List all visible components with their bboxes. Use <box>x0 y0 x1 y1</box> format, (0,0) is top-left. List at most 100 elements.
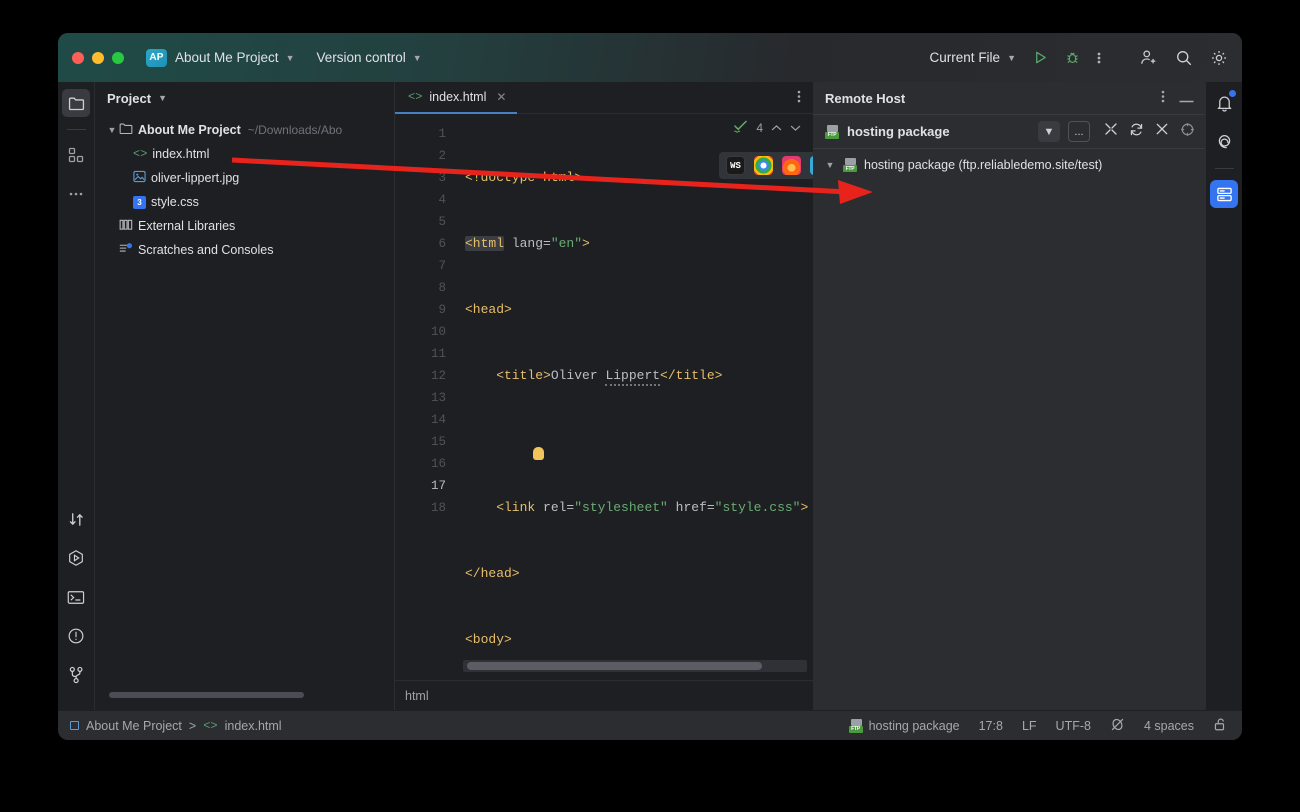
chevron-down-icon[interactable]: ▼ <box>105 125 119 135</box>
tree-node-image[interactable]: oliver-lippert.jpg <box>95 166 394 190</box>
collapse-all-icon[interactable] <box>1104 122 1118 141</box>
close-window-button[interactable] <box>72 51 84 64</box>
inspection-widget[interactable]: 4 <box>733 120 801 136</box>
project-badge: AP <box>146 48 167 67</box>
run-configuration-selector[interactable]: Current File ▼ <box>930 50 1016 65</box>
line-number: 2 <box>438 149 446 163</box>
unlock-icon[interactable] <box>1213 717 1228 735</box>
indent-setting[interactable]: 4 spaces <box>1144 719 1194 733</box>
add-collaborator-icon[interactable] <box>1140 49 1158 66</box>
remote-host-tool-window: Remote Host FTP hosting package ▼ ... ▼ … <box>813 82 1205 710</box>
close-icon[interactable] <box>1155 122 1169 141</box>
safari-icon[interactable] <box>810 156 813 175</box>
more-options-button[interactable]: ... <box>1068 121 1090 142</box>
status-breadcrumb-file[interactable]: index.html <box>225 719 282 733</box>
caret-position[interactable]: 17:8 <box>979 719 1003 733</box>
options-icon[interactable] <box>1161 89 1165 107</box>
css-file-icon: 3 <box>133 195 146 209</box>
status-remote-server[interactable]: FTP hosting package <box>848 718 960 733</box>
project-horizontal-scrollbar[interactable] <box>95 692 394 710</box>
terminal-icon[interactable] <box>62 583 90 611</box>
editor-breadcrumb[interactable]: html <box>395 680 813 710</box>
status-bar: About Me Project > <> index.html FTP hos… <box>58 710 1242 740</box>
chevron-down-icon[interactable]: ▼ <box>1038 121 1060 142</box>
editor-horizontal-scrollbar[interactable] <box>395 656 813 680</box>
project-icon[interactable] <box>62 89 90 117</box>
tree-node-project-root[interactable]: ▼ About Me Project ~/Downloads/Abo <box>95 118 394 142</box>
run-icon[interactable] <box>62 544 90 572</box>
left-tool-stripe <box>58 82 95 710</box>
next-highlight-icon[interactable] <box>790 121 801 135</box>
project-tree: ▼ About Me Project ~/Downloads/Abo <> in… <box>95 114 394 692</box>
scrollbar-thumb[interactable] <box>109 692 304 698</box>
editor-tab-index-html[interactable]: <> index.html ✕ <box>395 81 518 114</box>
code-line-4: <title>Oliver Lippert</title> <box>461 365 813 387</box>
editor-tab-options-icon[interactable] <box>797 89 801 106</box>
version-control-icon[interactable] <box>62 661 90 689</box>
project-panel-header[interactable]: Project ▼ <box>95 82 394 114</box>
code-lines[interactable]: <!doctype html> <html lang="en"> <head> … <box>457 114 813 656</box>
settings-gear-icon[interactable] <box>1210 49 1228 67</box>
chevron-down-icon[interactable]: ▼ <box>158 93 167 103</box>
tree-node-style-css[interactable]: 3 style.css <box>95 190 394 214</box>
previous-highlight-icon[interactable] <box>771 121 782 135</box>
file-encoding[interactable]: UTF-8 <box>1056 719 1091 733</box>
problems-icon[interactable] <box>62 622 90 650</box>
run-button[interactable] <box>1033 50 1048 65</box>
intention-bulb-icon[interactable] <box>533 447 544 460</box>
breadcrumb-separator: > <box>188 718 197 733</box>
ai-assistant-icon[interactable] <box>1210 128 1238 156</box>
line-number: 10 <box>430 325 446 339</box>
search-icon[interactable] <box>1175 49 1193 67</box>
minimize-panel-icon[interactable] <box>1179 91 1194 106</box>
line-separator[interactable]: LF <box>1022 719 1037 733</box>
status-breadcrumb-project[interactable]: About Me Project <box>86 719 182 733</box>
chevron-down-icon[interactable]: ▼ <box>823 160 837 170</box>
folder-icon <box>119 122 133 138</box>
scrollbar-thumb[interactable] <box>467 662 762 670</box>
remote-host-icon[interactable] <box>1210 180 1238 208</box>
scratches-icon <box>119 242 133 258</box>
editor-tab-bar: <> index.html ✕ <box>395 81 813 114</box>
tree-node-index-html[interactable]: <> index.html <box>95 142 394 166</box>
title-bar: AP About Me Project ▼ Version control ▼ … <box>58 33 1242 82</box>
refresh-icon[interactable] <box>1129 122 1144 142</box>
ftp-server-icon: FTP <box>843 158 858 172</box>
chevron-down-icon: ▼ <box>1007 52 1016 63</box>
debug-button[interactable] <box>1065 50 1080 65</box>
remote-host-title: Remote Host <box>825 90 906 106</box>
project-name-menu[interactable]: About Me Project ▼ <box>175 50 294 65</box>
line-number: 18 <box>430 501 446 515</box>
close-icon[interactable]: ✕ <box>496 90 506 104</box>
tree-label: oliver-lippert.jpg <box>151 171 240 185</box>
status-breadcrumb[interactable]: About Me Project > <> index.html <box>70 719 282 733</box>
minimize-window-button[interactable] <box>92 51 104 64</box>
structure-icon[interactable] <box>62 141 90 169</box>
editor-tab-label: index.html <box>429 89 487 104</box>
remote-server-name: hosting package <box>847 124 950 139</box>
notifications-icon[interactable] <box>1210 89 1238 117</box>
locate-icon[interactable] <box>1180 122 1195 142</box>
firefox-icon[interactable] <box>782 156 801 175</box>
version-control-menu[interactable]: Version control ▼ <box>316 50 421 65</box>
more-tool-windows-icon[interactable] <box>62 180 90 208</box>
inspections-off-icon[interactable] <box>1110 717 1125 735</box>
scrollbar-track[interactable] <box>463 660 807 672</box>
maximize-window-button[interactable] <box>112 51 124 64</box>
more-actions-button[interactable] <box>1097 50 1101 66</box>
remote-server-selector[interactable]: FTP hosting package <box>825 124 1030 139</box>
libraries-icon <box>119 218 133 234</box>
remote-tree-node-root[interactable]: ▼ FTP hosting package (ftp.reliabledemo.… <box>813 153 1205 177</box>
code-editor[interactable]: 1 2 3 4 5 6 7 8 9 10 11 12 13 14 15 16 1 <box>395 114 813 656</box>
webstorm-icon[interactable]: WS <box>726 156 745 175</box>
project-tool-window: Project ▼ ▼ About Me Project ~/Downloads… <box>95 82 395 710</box>
line-number: 11 <box>430 347 446 361</box>
chrome-icon[interactable] <box>754 156 773 175</box>
tree-node-scratches[interactable]: Scratches and Consoles <box>95 238 394 262</box>
remote-host-tree: ▼ FTP hosting package (ftp.reliabledemo.… <box>813 149 1205 710</box>
commit-icon[interactable] <box>62 505 90 533</box>
tree-node-external-libraries[interactable]: External Libraries <box>95 214 394 238</box>
chevron-down-icon: ▼ <box>285 52 295 63</box>
browser-preview-toolbar[interactable]: WS <box>719 152 813 179</box>
